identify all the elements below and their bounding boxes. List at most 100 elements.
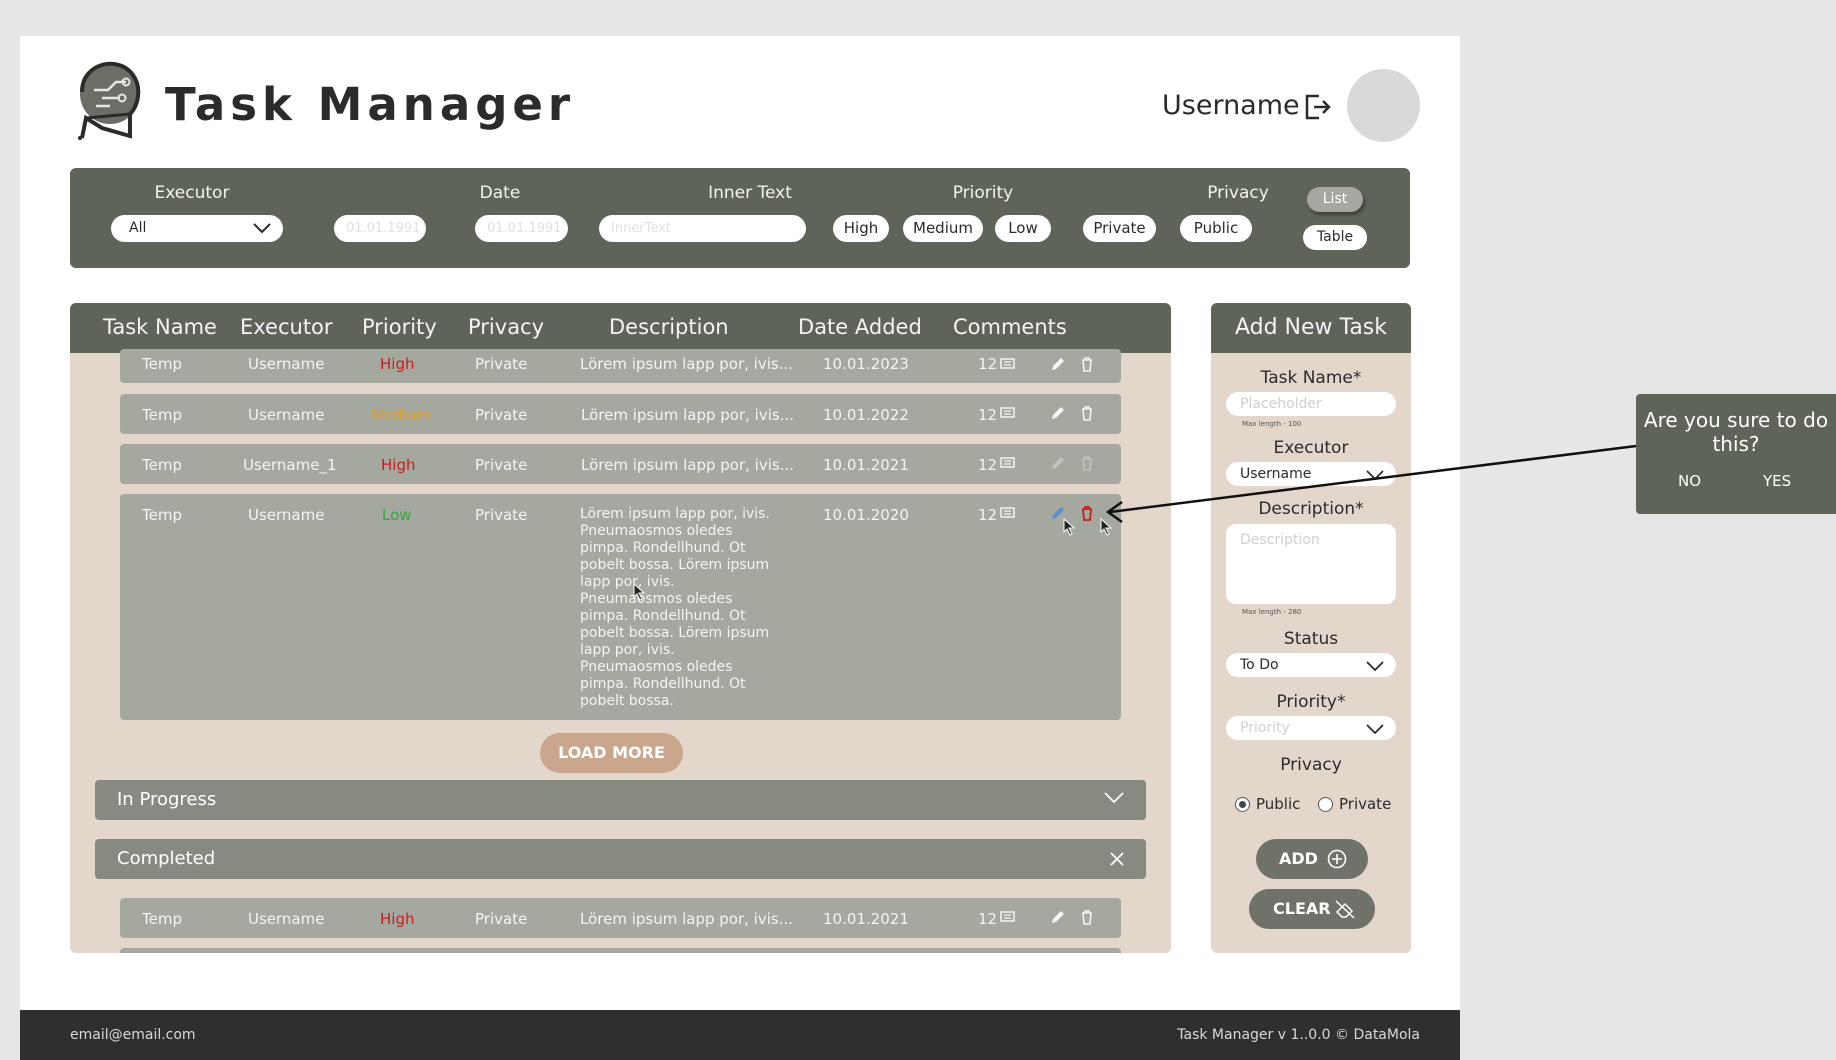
filter-bar: Executor All Date 01.01.1991 01.01.1991 … — [70, 168, 1410, 268]
clear-button[interactable]: CLEAR — [1249, 889, 1375, 929]
edit-icon[interactable] — [1049, 908, 1067, 926]
edit-icon[interactable] — [1049, 404, 1067, 422]
description-hint: Max length - 280 — [1242, 608, 1302, 616]
task-description: Lörem ipsum lapp por, ivis... — [581, 456, 795, 474]
task-description: Lörem ipsum lapp por, ivis... — [581, 406, 795, 424]
table-row-expanded[interactable]: Temp Username Low Private Lörem ipsum la… — [120, 494, 1121, 720]
header-executor: Executor — [240, 315, 333, 339]
date-from-input[interactable]: 01.01.1991 — [334, 215, 426, 242]
app-title: Task Manager — [165, 78, 576, 131]
priority-select[interactable]: Priority — [1226, 716, 1396, 740]
header-privacy: Privacy — [468, 315, 545, 339]
priority-filter-high[interactable]: High — [833, 215, 889, 242]
privacy-label: Privacy — [1280, 755, 1342, 775]
table-row[interactable]: Temp Username High Private Lörem ipsum l… — [120, 898, 1121, 938]
task-priority: High — [381, 456, 416, 474]
delete-icon[interactable] — [1078, 908, 1096, 926]
group-in-progress[interactable]: In Progress — [95, 780, 1146, 820]
mouse-cursor-icon — [633, 583, 646, 601]
add-button[interactable]: ADD — [1256, 839, 1368, 879]
app-window: Task Manager Username Executor All Date … — [20, 36, 1460, 1060]
add-button-label: ADD — [1279, 849, 1318, 868]
privacy-private-radio[interactable]: Private — [1318, 795, 1391, 813]
task-name-input[interactable]: Placeholder — [1226, 392, 1396, 416]
task-executor: Username — [248, 406, 325, 424]
task-executor: Username — [248, 355, 325, 373]
date-to-input[interactable]: 01.01.1991 — [475, 215, 568, 242]
task-name: Temp — [142, 910, 182, 928]
confirm-no-button[interactable]: NO — [1678, 472, 1701, 490]
header-date-added: Date Added — [798, 315, 922, 339]
status-select[interactable]: To Do — [1226, 653, 1396, 677]
description-label: Description* — [1258, 499, 1364, 519]
task-priority: Low — [382, 506, 412, 524]
delete-icon[interactable] — [1078, 404, 1096, 422]
executor-select[interactable]: Username — [1226, 462, 1396, 486]
privacy-public-label: Public — [1256, 795, 1301, 813]
task-date: 10.01.2021 — [823, 456, 909, 474]
table-row[interactable]: Temp Username_1 High Private Lörem ipsum… — [120, 444, 1121, 484]
priority-filter-medium[interactable]: Medium — [903, 215, 983, 242]
task-comments-count: 12 — [978, 506, 998, 524]
task-date: 10.01.2022 — [823, 406, 909, 424]
logout-icon[interactable] — [1303, 92, 1331, 122]
header-comments: Comments — [953, 315, 1067, 339]
confirm-yes-button[interactable]: YES — [1763, 472, 1791, 490]
edit-icon[interactable] — [1049, 355, 1067, 373]
eraser-icon — [1335, 900, 1355, 919]
privacy-filter-private[interactable]: Private — [1083, 215, 1156, 242]
group-completed[interactable]: Completed — [95, 839, 1146, 879]
avatar[interactable] — [1347, 69, 1420, 142]
table-row[interactable]: Temp Username Medium Private Lörem ipsum… — [120, 394, 1121, 434]
comment-icon[interactable] — [998, 504, 1016, 522]
priority-filter-low[interactable]: Low — [995, 215, 1051, 242]
footer: email@email.com Task Manager v 1..0.0 © … — [20, 1010, 1460, 1060]
mouse-cursor-icon — [1100, 518, 1113, 536]
date-filter-label: Date — [479, 183, 521, 203]
load-more-button[interactable]: LOAD MORE — [540, 733, 683, 773]
task-description-full: Lörem ipsum lapp por, ivis. Pneumaosmos … — [580, 506, 770, 709]
view-list-toggle[interactable]: List — [1307, 187, 1363, 212]
inner-text-input[interactable]: InnerText — [599, 215, 806, 242]
comment-icon[interactable] — [998, 454, 1016, 472]
comment-icon[interactable] — [998, 355, 1016, 373]
comment-icon[interactable] — [998, 404, 1016, 422]
status-select-value: To Do — [1240, 657, 1279, 673]
task-comments-count: 12 — [978, 355, 998, 373]
header-description: Description — [609, 315, 729, 339]
privacy-public-radio[interactable]: Public — [1235, 795, 1300, 813]
description-textarea[interactable]: Description — [1226, 524, 1396, 604]
priority-select-placeholder: Priority — [1240, 720, 1290, 736]
privacy-filter-public[interactable]: Public — [1180, 215, 1252, 242]
radio-checked-icon — [1235, 797, 1250, 812]
footer-email[interactable]: email@email.com — [70, 1027, 196, 1043]
task-priority: High — [380, 910, 415, 928]
task-name: Temp — [142, 506, 182, 524]
logo-icon — [78, 61, 141, 140]
chevron-down-icon — [1366, 724, 1384, 734]
delete-icon[interactable] — [1078, 355, 1096, 373]
task-priority: High — [380, 355, 415, 373]
task-executor: Username — [248, 910, 325, 928]
chevron-down-icon[interactable] — [1104, 792, 1124, 804]
comment-icon[interactable] — [998, 908, 1016, 926]
task-date: 10.01.2023 — [823, 355, 909, 373]
task-name: Temp — [142, 355, 182, 373]
task-name: Temp — [142, 406, 182, 424]
header-task-name: Task Name — [103, 315, 217, 339]
group-completed-label: Completed — [117, 848, 216, 869]
username-label: Username — [1162, 90, 1300, 121]
task-executor: Username — [248, 506, 325, 524]
view-table-toggle[interactable]: Table — [1303, 225, 1367, 250]
task-priority: Medium — [371, 406, 431, 424]
close-icon[interactable] — [1110, 852, 1124, 866]
task-date: 10.01.2021 — [823, 910, 909, 928]
priority-label: Priority* — [1276, 692, 1346, 712]
table-row[interactable]: Temp Username High Private Lörem ipsum l… — [120, 349, 1121, 383]
table-row[interactable] — [120, 948, 1121, 953]
delete-icon[interactable] — [1078, 504, 1096, 522]
executor-filter-select[interactable]: All — [111, 215, 283, 242]
chevron-down-icon — [1366, 470, 1384, 480]
task-executor: Username_1 — [243, 456, 337, 474]
task-table-header: Task Name Executor Priority Privacy Desc… — [70, 303, 1171, 353]
